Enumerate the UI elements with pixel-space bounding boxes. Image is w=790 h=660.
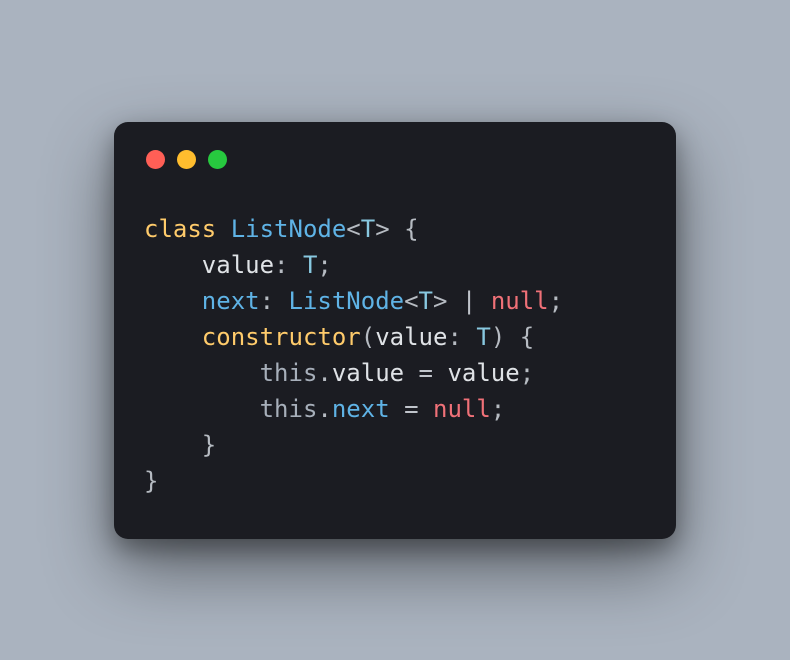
code-token: } (144, 431, 216, 459)
code-token: : (274, 251, 303, 279)
code-token: ListNode (289, 287, 405, 315)
code-token (144, 359, 260, 387)
code-token: value (202, 251, 274, 279)
code-token: constructor (202, 323, 361, 351)
code-token: T (361, 215, 375, 243)
code-token: > (433, 287, 447, 315)
code-token: T (476, 323, 490, 351)
code-block: class ListNode<T> { value: T; next: List… (144, 211, 646, 499)
code-token (144, 323, 202, 351)
code-token: value (375, 323, 447, 351)
code-token: next (332, 395, 390, 423)
code-token: : (260, 287, 289, 315)
code-token: ; (520, 359, 534, 387)
code-token: } (144, 467, 158, 495)
code-token: ) (491, 323, 505, 351)
code-token: ; (317, 251, 331, 279)
code-token: : (447, 323, 476, 351)
window-titlebar (144, 150, 646, 169)
code-token: this (260, 359, 318, 387)
code-window: class ListNode<T> { value: T; next: List… (114, 122, 676, 539)
code-token (144, 251, 202, 279)
code-token: class (144, 215, 231, 243)
zoom-icon[interactable] (208, 150, 227, 169)
code-token: > (375, 215, 389, 243)
code-token: . (317, 359, 331, 387)
code-token: { (390, 215, 419, 243)
code-token: = (390, 395, 433, 423)
code-token: T (419, 287, 433, 315)
code-token (144, 287, 202, 315)
code-token: < (404, 287, 418, 315)
code-token: . (317, 395, 331, 423)
code-token: | (447, 287, 490, 315)
code-token: T (303, 251, 317, 279)
code-token: next (202, 287, 260, 315)
code-token: ListNode (231, 215, 347, 243)
code-token: null (491, 287, 549, 315)
code-token: ; (549, 287, 563, 315)
code-token: < (346, 215, 360, 243)
close-icon[interactable] (146, 150, 165, 169)
code-token: { (505, 323, 534, 351)
code-token: ; (491, 395, 505, 423)
minimize-icon[interactable] (177, 150, 196, 169)
code-token: = (404, 359, 447, 387)
code-token: value (332, 359, 404, 387)
code-token: this (260, 395, 318, 423)
code-token: null (433, 395, 491, 423)
code-token: ( (361, 323, 375, 351)
code-token: value (447, 359, 519, 387)
code-token (144, 395, 260, 423)
